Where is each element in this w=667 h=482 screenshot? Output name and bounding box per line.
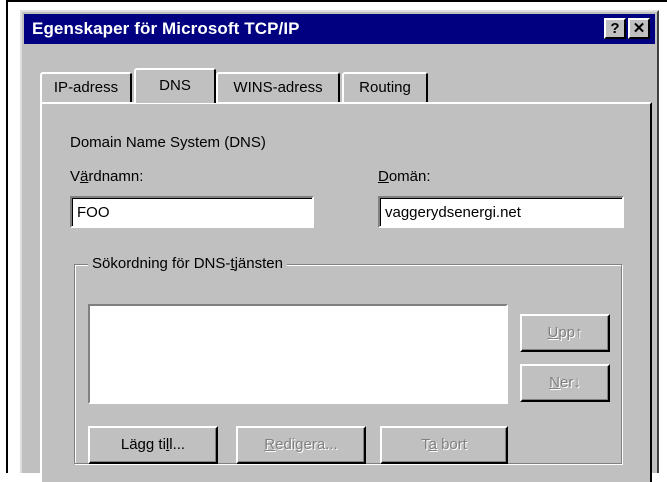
add-button[interactable]: Lägg till... bbox=[88, 426, 218, 464]
dns-search-order-label: Sökordning för DNS-tjänsten bbox=[88, 255, 287, 272]
remove-button[interactable]: Ta bort bbox=[380, 426, 508, 464]
tab-routing[interactable]: Routing bbox=[342, 72, 428, 102]
tab-dns[interactable]: DNS bbox=[134, 68, 216, 103]
close-icon: ✕ bbox=[632, 20, 646, 37]
tab-label: Routing bbox=[359, 79, 411, 96]
hostname-field[interactable] bbox=[70, 196, 314, 228]
dns-tab-panel: Domain Name System (DNS) Värdnamn: Domän… bbox=[40, 102, 652, 482]
frame-top-line bbox=[6, 0, 667, 2]
frame-left-line bbox=[6, 0, 8, 473]
help-button[interactable]: ? bbox=[604, 18, 626, 39]
move-up-button[interactable]: Upp↑ bbox=[520, 314, 610, 352]
close-button[interactable]: ✕ bbox=[628, 18, 650, 39]
help-icon: ? bbox=[610, 20, 620, 37]
window-title: Egenskaper för Microsoft TCP/IP bbox=[32, 19, 300, 38]
tcpip-properties-dialog: Egenskaper för Microsoft TCP/IP ? ✕ IP-a… bbox=[20, 10, 659, 482]
edit-button[interactable]: Redigera... bbox=[236, 426, 366, 464]
tab-label: WINS-adress bbox=[233, 79, 323, 96]
hostname-label: Värdnamn: bbox=[70, 168, 144, 185]
title-bar[interactable]: Egenskaper för Microsoft TCP/IP ? ✕ bbox=[24, 14, 655, 44]
dns-server-list[interactable] bbox=[88, 304, 508, 404]
domain-field[interactable] bbox=[378, 196, 624, 228]
tab-label: IP-adress bbox=[53, 79, 119, 96]
dns-section-title: Domain Name System (DNS) bbox=[70, 134, 266, 151]
move-down-button[interactable]: Ner↓ bbox=[520, 364, 610, 402]
hostname-input[interactable] bbox=[72, 198, 312, 226]
tab-wins-address[interactable]: WINS-adress bbox=[216, 72, 340, 102]
tab-label: DNS bbox=[159, 77, 191, 94]
domain-input[interactable] bbox=[380, 198, 622, 226]
domain-label: Domän: bbox=[378, 168, 431, 185]
tab-ip-address[interactable]: IP-adress bbox=[40, 72, 132, 102]
